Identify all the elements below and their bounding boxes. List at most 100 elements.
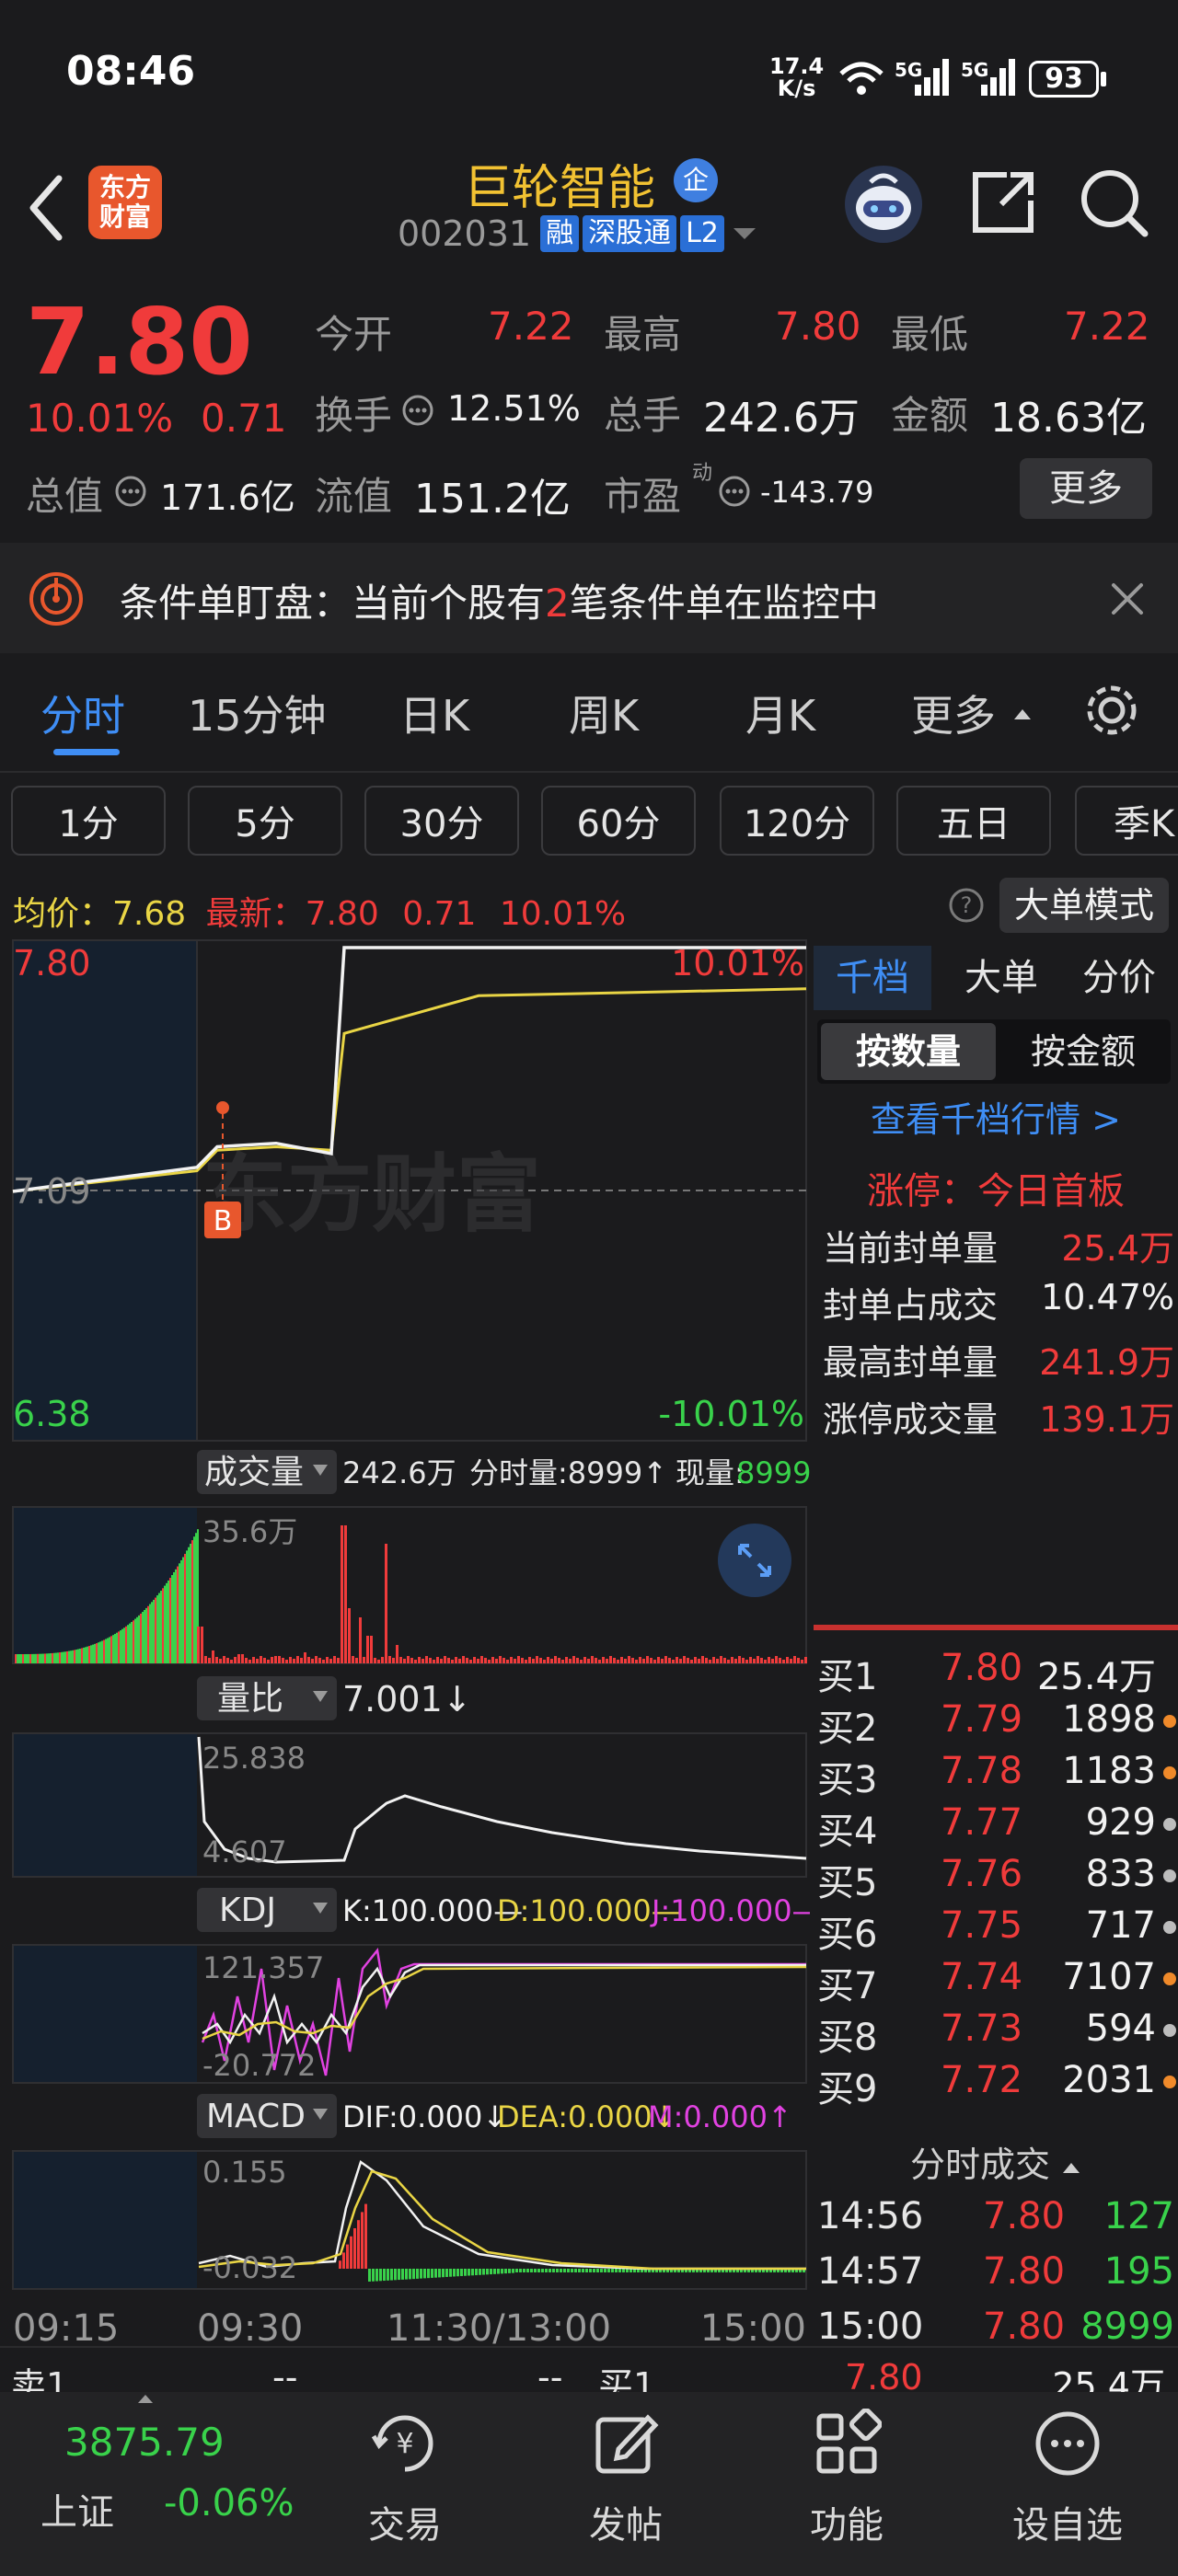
tick-volume: 8999 — [1080, 2306, 1174, 2348]
time-axis-0930: 09:30 — [197, 2307, 303, 2350]
subtab-5day[interactable]: 五日 — [896, 786, 1051, 856]
tab-monthly[interactable]: 月K — [745, 683, 815, 743]
volume-bar — [63, 1651, 64, 1663]
volume-bar — [158, 1593, 160, 1663]
latest-value: 7.80 — [305, 895, 379, 933]
subtab-30min[interactable]: 30分 — [364, 786, 519, 856]
tab-big-orders[interactable]: 大单 — [942, 946, 1060, 1010]
tab-thousand-levels[interactable]: 千档 — [814, 946, 931, 1010]
tab-weekly[interactable]: 周K — [569, 683, 639, 743]
amount-value: 18.63亿 — [990, 395, 1147, 442]
subtab-60min[interactable]: 60分 — [541, 786, 696, 856]
volume-bar — [333, 1656, 336, 1663]
tab-price-dist[interactable]: 分价 — [1060, 946, 1178, 1010]
volume-bar — [602, 1657, 605, 1663]
mode-by-amount[interactable]: 按金额 — [996, 1023, 1171, 1080]
stock-name[interactable]: 巨轮智能 — [464, 149, 655, 218]
info-dots-icon[interactable] — [114, 475, 147, 508]
expand-button[interactable] — [718, 1524, 791, 1597]
gear-icon[interactable] — [1082, 681, 1141, 740]
bid-row[interactable]: 买7 7.74 7107 — [814, 1956, 1178, 2007]
index-value[interactable]: 3875.79 — [64, 2420, 225, 2465]
volume-bar — [256, 1659, 259, 1663]
macd-bar — [571, 2269, 573, 2272]
view-thousand-levels-link[interactable]: 查看千档行情 > — [814, 1091, 1178, 1142]
volume-bar — [609, 1656, 612, 1663]
macd-axis-min: -0.032 — [202, 2250, 297, 2285]
volume-bar — [705, 1658, 708, 1663]
more-button[interactable]: 更多 — [1020, 458, 1152, 519]
bid-row[interactable]: 买9 7.72 2031 — [814, 2059, 1178, 2110]
volume-bar — [110, 1636, 112, 1663]
bid-row[interactable]: 买4 7.77 929 — [814, 1801, 1178, 1853]
subtab-1min[interactable]: 1分 — [11, 786, 166, 856]
bid-row[interactable]: 买1 7.80 25.4万 — [814, 1647, 1178, 1698]
bid-label: 买7 — [817, 1965, 878, 2007]
subtab-120min[interactable]: 120分 — [720, 786, 874, 856]
volume-bar — [462, 1656, 465, 1663]
intraday-chart[interactable]: 东方财富 B 7.80 7.09 6.38 10.01% -10.01% 成交量… — [0, 938, 810, 2355]
macd-bar — [372, 2269, 375, 2282]
volume-value: 242.6万 — [703, 395, 860, 442]
index-name[interactable]: 上证 — [40, 2482, 114, 2536]
info-dots-icon[interactable] — [401, 394, 434, 427]
bid-price: 7.76 — [941, 1853, 1023, 1895]
nav-trade[interactable]: ¥ 交易 — [313, 2392, 497, 2576]
volume-bar — [683, 1656, 686, 1663]
macd-bar — [563, 2269, 566, 2272]
volume-bar — [793, 1656, 796, 1663]
bid-row[interactable]: 买3 7.78 1183 — [814, 1750, 1178, 1801]
big-order-mode-button[interactable]: 大单模式 — [999, 878, 1169, 933]
volume-bar — [399, 1657, 402, 1663]
volume-bar — [184, 1553, 186, 1663]
nav-functions[interactable]: 功能 — [755, 2392, 939, 2576]
help-icon[interactable]: ? — [948, 887, 985, 924]
subtab-5min[interactable]: 5分 — [188, 786, 342, 856]
volume-bar — [664, 1656, 667, 1663]
pe-label: 市盈 — [604, 474, 682, 519]
close-icon[interactable] — [1110, 581, 1145, 616]
macd-bar — [549, 2269, 551, 2272]
bid-row[interactable]: 买5 7.76 833 — [814, 1853, 1178, 1904]
volume-bar — [149, 1604, 151, 1663]
nav-watchlist[interactable]: 设自选 — [976, 2392, 1160, 2576]
volume-bar — [628, 1656, 630, 1663]
bid-label: 买2 — [817, 1708, 878, 1750]
volume-bar — [727, 1660, 730, 1663]
macd-bar — [434, 2269, 437, 2278]
bid-row[interactable]: 买6 7.75 717 — [814, 1904, 1178, 1956]
condition-order-banner[interactable]: 条件单盯盘：当前个股有2笔条件单在监控中 — [0, 543, 1178, 653]
app-logo[interactable]: 东方 财富 — [88, 166, 162, 239]
tab-15min[interactable]: 15分钟 — [188, 683, 327, 743]
trade-icon: ¥ — [371, 2415, 433, 2472]
tab-more[interactable]: 更多 — [911, 683, 996, 743]
volume-bar — [271, 1657, 273, 1663]
time-axis-midday: 11:30/13:00 — [387, 2307, 611, 2350]
mode-by-quantity[interactable]: 按数量 — [821, 1023, 996, 1080]
volume-bar — [179, 1563, 180, 1663]
volume-bar — [186, 1550, 188, 1663]
bid-dot — [1163, 2024, 1176, 2037]
tab-intraday[interactable]: 分时 — [40, 683, 125, 743]
bid-dot — [1163, 1715, 1176, 1728]
robot-assistant-icon[interactable] — [843, 164, 924, 245]
bid-label: 买9 — [817, 2068, 878, 2110]
search-icon[interactable] — [1077, 166, 1150, 239]
subtab-quarter[interactable]: 季K — [1075, 786, 1178, 856]
nav-post[interactable]: 发帖 — [534, 2392, 718, 2576]
stock-code-row[interactable]: 002031 融 深股通 L2 — [398, 213, 759, 254]
tab-daily[interactable]: 日K — [399, 683, 469, 743]
macd-bar — [482, 2269, 485, 2275]
macd-bar — [530, 2269, 533, 2272]
volume-bar — [525, 1660, 527, 1663]
volume-bar — [514, 1659, 516, 1663]
bid-row[interactable]: 买8 7.73 594 — [814, 2007, 1178, 2059]
bid-row[interactable]: 买2 7.79 1898 — [814, 1698, 1178, 1750]
volume-bar — [40, 1653, 42, 1663]
info-dots-icon[interactable] — [718, 475, 751, 508]
volume-bar — [274, 1656, 277, 1663]
share-icon[interactable] — [968, 167, 1038, 237]
ticks-title-row[interactable]: 分时成交 — [814, 2136, 1178, 2187]
bid-ask-divider — [814, 1625, 1178, 1630]
back-arrow-icon[interactable] — [26, 173, 66, 243]
